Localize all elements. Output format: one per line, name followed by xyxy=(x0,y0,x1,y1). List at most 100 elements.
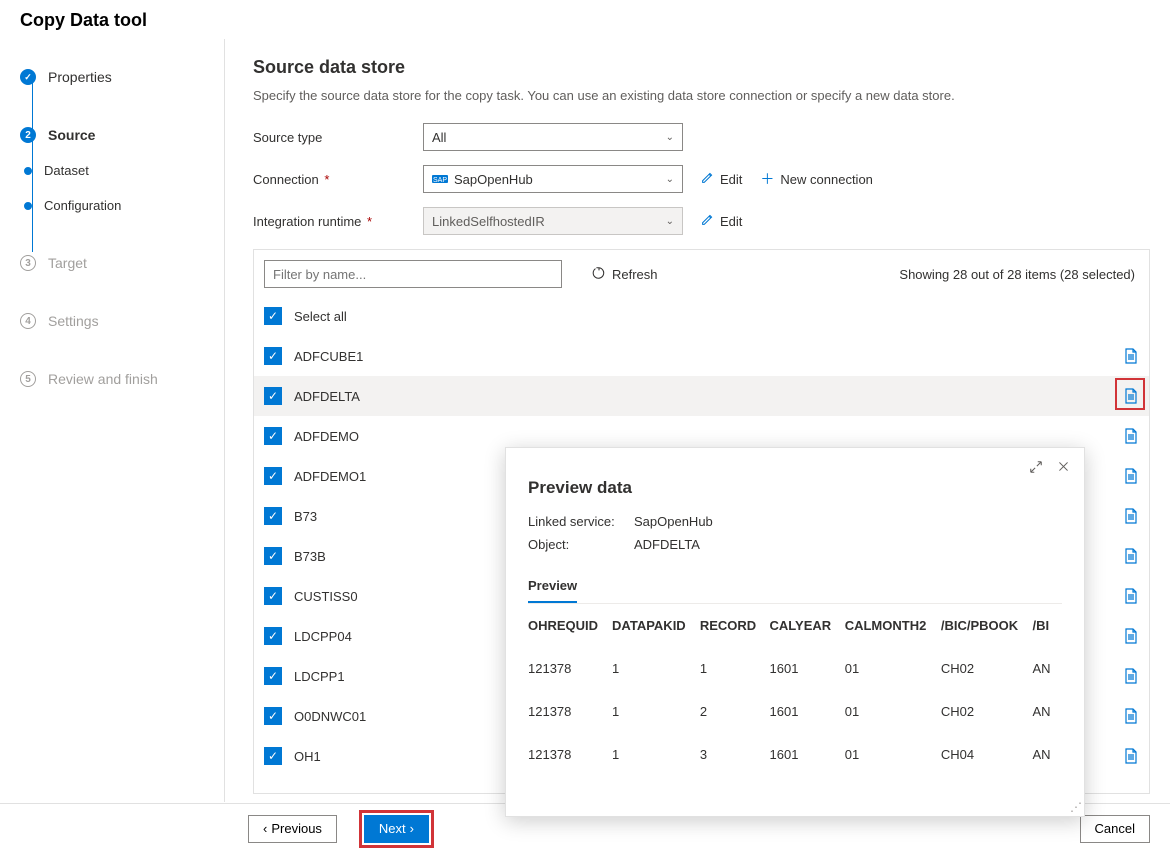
previous-button[interactable]: ‹ Previous xyxy=(248,815,337,843)
preview-icon[interactable] xyxy=(1123,708,1139,724)
step-target[interactable]: 3 Target xyxy=(15,245,214,281)
checkbox-icon[interactable] xyxy=(264,507,282,525)
preview-icon[interactable] xyxy=(1123,468,1139,484)
step-num-icon: 2 xyxy=(20,127,36,143)
filter-input[interactable] xyxy=(264,260,562,288)
preview-data-panel: Preview data Linked service: SapOpenHub … xyxy=(505,447,1085,817)
runtime-label: Integration runtime * xyxy=(253,214,423,229)
object-label: Object: xyxy=(528,537,634,552)
object-value: ADFDELTA xyxy=(634,537,700,552)
check-icon xyxy=(20,69,36,85)
pencil-icon xyxy=(701,171,714,187)
preview-icon[interactable] xyxy=(1123,748,1139,764)
chevron-down-icon: ⌄ xyxy=(666,174,674,185)
dataset-name: ADFDEMO1 xyxy=(294,469,366,484)
list-item[interactable]: ADFCUBE1 xyxy=(254,336,1149,376)
column-header: OHREQUID xyxy=(528,604,612,647)
preview-icon[interactable] xyxy=(1123,588,1139,604)
refresh-button[interactable]: Refresh xyxy=(592,266,658,283)
select-all-row[interactable]: Select all xyxy=(254,296,1149,336)
preview-icon[interactable] xyxy=(1123,428,1139,444)
dataset-name: LDCPP1 xyxy=(294,669,345,684)
dataset-name: CUSTISS0 xyxy=(294,589,358,604)
linked-service-label: Linked service: xyxy=(528,514,634,529)
dataset-name: ADFDEMO xyxy=(294,429,359,444)
preview-title: Preview data xyxy=(528,478,1062,498)
column-header: DATAPAKID xyxy=(612,604,700,647)
edit-connection-button[interactable]: Edit xyxy=(701,171,742,187)
expand-icon[interactable] xyxy=(1029,460,1043,477)
step-num-icon: 5 xyxy=(20,371,36,387)
close-icon[interactable] xyxy=(1057,460,1070,477)
pencil-icon xyxy=(701,213,714,229)
dataset-name: ADFCUBE1 xyxy=(294,349,363,364)
checkbox-icon[interactable] xyxy=(264,387,282,405)
step-settings[interactable]: 4 Settings xyxy=(15,303,214,339)
source-type-label: Source type xyxy=(253,130,423,145)
linked-service-value: SapOpenHub xyxy=(634,514,713,529)
page-subtitle: Specify the source data store for the co… xyxy=(253,88,1150,103)
checkbox-icon[interactable] xyxy=(264,747,282,765)
substep-dataset[interactable]: Dataset xyxy=(15,153,214,188)
substep-configuration[interactable]: Configuration xyxy=(15,188,214,223)
table-row: 12137813160101CH04AN xyxy=(528,733,1062,769)
cancel-button[interactable]: Cancel xyxy=(1080,815,1150,843)
chevron-left-icon: ‹ xyxy=(263,821,267,836)
preview-icon[interactable] xyxy=(1123,508,1139,524)
dataset-name: B73 xyxy=(294,509,317,524)
column-header: CALMONTH2 xyxy=(845,604,941,647)
checkbox-icon[interactable] xyxy=(264,467,282,485)
table-row: 12137811160101CH02AN xyxy=(528,647,1062,690)
page-title: Source data store xyxy=(253,57,1150,78)
dataset-name: ADFDELTA xyxy=(294,389,360,404)
new-connection-button[interactable]: ＋ New connection xyxy=(760,169,873,189)
dataset-name: O0DNWC01 xyxy=(294,709,366,724)
checkbox-icon[interactable] xyxy=(264,627,282,645)
edit-runtime-button[interactable]: Edit xyxy=(701,213,742,229)
chevron-down-icon: ⌄ xyxy=(666,216,674,227)
preview-icon[interactable] xyxy=(1123,388,1139,404)
dataset-name: B73B xyxy=(294,549,326,564)
checkbox-icon[interactable] xyxy=(264,667,282,685)
source-type-select[interactable]: All ⌄ xyxy=(423,123,683,151)
step-properties[interactable]: Properties xyxy=(15,59,214,95)
step-review[interactable]: 5 Review and finish xyxy=(15,361,214,397)
app-header: Copy Data tool xyxy=(0,0,1170,39)
step-source[interactable]: 2 Source xyxy=(15,117,214,153)
step-num-icon: 3 xyxy=(20,255,36,271)
checkbox-icon[interactable] xyxy=(264,707,282,725)
wizard-sidebar: Properties 2 Source Dataset Configuratio… xyxy=(0,39,225,802)
preview-icon[interactable] xyxy=(1123,548,1139,564)
dot-icon xyxy=(24,167,32,175)
connection-select[interactable]: SAP SapOpenHub ⌄ xyxy=(423,165,683,193)
app-title: Copy Data tool xyxy=(20,10,1150,31)
preview-table: OHREQUIDDATAPAKIDRECORDCALYEARCALMONTH2/… xyxy=(528,604,1062,769)
svg-text:SAP: SAP xyxy=(433,177,447,184)
items-count: Showing 28 out of 28 items (28 selected) xyxy=(899,267,1139,282)
table-row: 12137812160101CH02AN xyxy=(528,690,1062,733)
column-header: RECORD xyxy=(700,604,770,647)
preview-icon[interactable] xyxy=(1123,628,1139,644)
dot-icon xyxy=(24,202,32,210)
dataset-name: OH1 xyxy=(294,749,321,764)
list-item[interactable]: ADFDELTA xyxy=(254,376,1149,416)
checkbox-icon[interactable] xyxy=(264,547,282,565)
runtime-select: LinkedSelfhostedIR ⌄ xyxy=(423,207,683,235)
preview-icon[interactable] xyxy=(1123,348,1139,364)
next-button[interactable]: Next › xyxy=(364,815,429,843)
checkbox-icon[interactable] xyxy=(264,347,282,365)
resize-handle-icon[interactable]: ⋰ xyxy=(1070,800,1082,814)
checkbox-icon[interactable] xyxy=(264,307,282,325)
checkbox-icon[interactable] xyxy=(264,587,282,605)
preview-icon[interactable] xyxy=(1123,668,1139,684)
plus-icon: ＋ xyxy=(760,169,774,189)
step-num-icon: 4 xyxy=(20,313,36,329)
connection-label: Connection * xyxy=(253,172,423,187)
dataset-name: LDCPP04 xyxy=(294,629,352,644)
chevron-down-icon: ⌄ xyxy=(666,132,674,143)
checkbox-icon[interactable] xyxy=(264,427,282,445)
tab-preview[interactable]: Preview xyxy=(528,570,577,603)
refresh-icon xyxy=(592,266,606,283)
chevron-right-icon: › xyxy=(410,821,414,836)
sap-icon: SAP xyxy=(432,173,448,185)
